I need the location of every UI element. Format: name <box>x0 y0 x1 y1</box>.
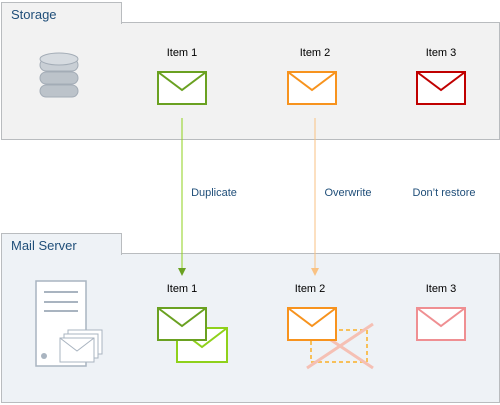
overwrite-arrowhead <box>311 268 319 276</box>
duplicate-label: Duplicate <box>191 187 237 199</box>
database-icon <box>39 52 79 98</box>
storage-item-3-label: Item 3 <box>425 47 457 59</box>
dont-restore-label: Don’t restore <box>412 187 476 199</box>
mail-server-icon <box>35 280 103 367</box>
mail-item-2-label: Item 2 <box>294 283 326 295</box>
overwrite-label: Overwrite <box>324 187 372 199</box>
mail-item-3-envelope-icon <box>416 307 466 341</box>
mail-item-2-envelope-icon <box>287 307 337 341</box>
duplicate-arrowhead <box>178 268 186 276</box>
mail-item-3-label: Item 3 <box>425 283 457 295</box>
storage-item-1-envelope-icon <box>157 71 207 105</box>
storage-item-1-label: Item 1 <box>166 47 198 59</box>
mail-item-1-envelope-icon <box>157 307 207 341</box>
storage-item-2-label: Item 2 <box>299 47 331 59</box>
mail-item-1-label: Item 1 <box>166 283 198 295</box>
storage-item-2-envelope-icon <box>287 71 337 105</box>
storage-item-3-envelope-icon <box>416 71 466 105</box>
